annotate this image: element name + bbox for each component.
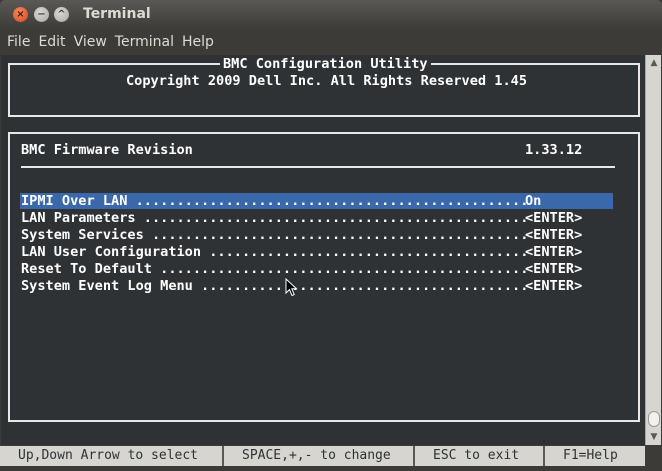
menu-row-ipmi-over-lan[interactable]: IPMI Over LAN ..........................… [20, 193, 613, 209]
menu-row-value: On [525, 193, 542, 209]
maximize-icon[interactable]: ^ [54, 7, 69, 22]
firmware-label: BMC Firmware Revision [21, 142, 193, 158]
separator-line [21, 166, 615, 168]
menu-bar: File Edit View Terminal Help [0, 29, 662, 54]
firmware-value: 1.33.12 [525, 142, 583, 158]
menu-edit[interactable]: Edit [38, 34, 65, 50]
menu-row-label: IPMI Over LAN ..........................… [21, 193, 529, 209]
title-bar: × − ^ Terminal [0, 0, 662, 29]
menu-help[interactable]: Help [182, 34, 214, 50]
header-frame: BMC Configuration Utility Copyright 2009… [8, 56, 640, 117]
menu-row-label: System Event Log Menu ..................… [21, 278, 529, 294]
menu-row-value: <ENTER> [525, 244, 583, 260]
menu-row-reset-to-default[interactable]: Reset To Default .......................… [20, 261, 613, 277]
menu-row-lan-user-configuration[interactable]: LAN User Configuration .................… [20, 244, 613, 260]
vertical-scrollbar[interactable]: ▲ ▼ [645, 55, 661, 445]
window-bottom-border [0, 466, 662, 471]
close-icon[interactable]: × [13, 7, 28, 22]
menu-row-label: Reset To Default .......................… [21, 261, 529, 277]
menu-row-label: LAN Parameters .........................… [21, 210, 529, 226]
menu-row-label: LAN User Configuration .................… [21, 244, 529, 260]
status-hint-help: F1=Help [563, 448, 618, 463]
main-frame: BMC Firmware Revision 1.33.12 IPMI Over … [8, 132, 640, 422]
menu-row-system-event-log-menu[interactable]: System Event Log Menu ..................… [20, 278, 613, 294]
menu-row-lan-parameters[interactable]: LAN Parameters .........................… [20, 210, 613, 226]
status-bar: Up,Down Arrow to select SPACE,+,- to cha… [0, 446, 645, 466]
menu-terminal[interactable]: Terminal [115, 34, 174, 50]
window-title: Terminal [83, 6, 151, 22]
menu-row-value: <ENTER> [525, 278, 583, 294]
scroll-up-icon[interactable]: ▲ [648, 57, 660, 69]
utility-title: BMC Configuration Utility [220, 56, 431, 72]
scroll-thumb[interactable] [648, 411, 660, 427]
status-hint-exit: ESC to exit [415, 446, 545, 466]
minimize-icon[interactable]: − [34, 7, 49, 22]
status-hint-select: Up,Down Arrow to select [0, 446, 224, 466]
mouse-pointer-icon [285, 278, 298, 297]
menu-row-value: <ENTER> [525, 210, 583, 226]
menu-view[interactable]: View [74, 34, 107, 50]
menu-file[interactable]: File [7, 34, 30, 50]
copyright-text: Copyright 2009 Dell Inc. All Rights Rese… [126, 73, 528, 89]
menu-row-system-services[interactable]: System Services ........................… [20, 227, 613, 243]
terminal-area[interactable]: BMC Configuration Utility Copyright 2009… [1, 55, 645, 445]
menu-row-value: <ENTER> [525, 227, 583, 243]
status-hint-change: SPACE,+,- to change [224, 446, 415, 466]
scroll-down-icon[interactable]: ▼ [648, 431, 660, 443]
menu-row-label: System Services ........................… [21, 227, 529, 243]
menu-row-value: <ENTER> [525, 261, 583, 277]
